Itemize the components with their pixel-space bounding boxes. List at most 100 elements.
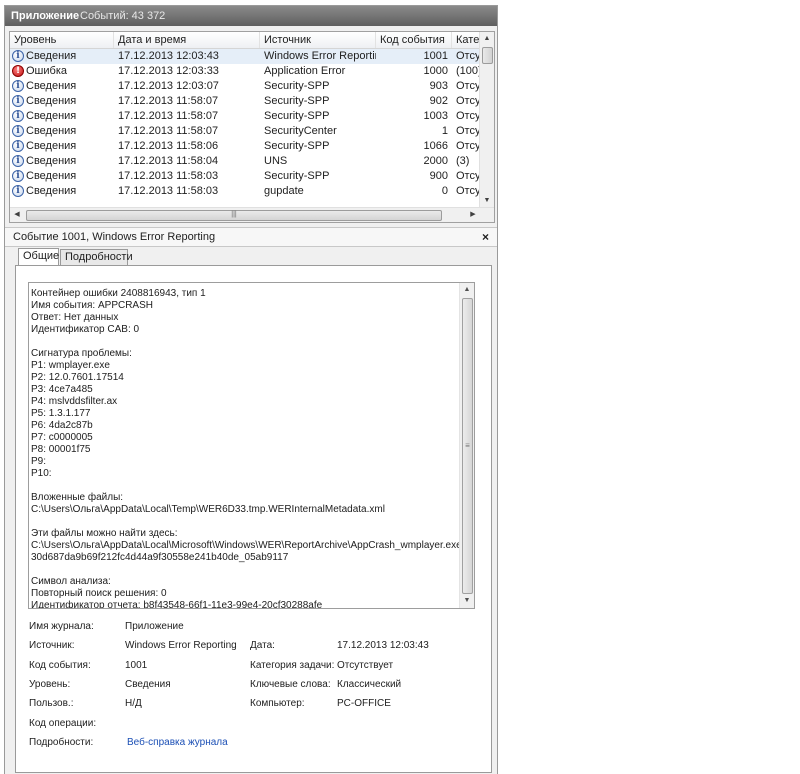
description-line: P8: 00001f75 [31, 444, 91, 455]
column-header: Уровень Дата и время Источник Код событи… [10, 32, 480, 49]
tab-details[interactable]: Подробности [60, 249, 133, 265]
scroll-thumb-horizontal[interactable]: ||| [26, 210, 442, 221]
scroll-thumb[interactable]: ≡ [462, 298, 473, 594]
scroll-down-arrow-icon[interactable]: ▼ [460, 594, 474, 608]
table-row[interactable]: i Сведения 17.12.2013 12:03:07 Security-SPP… [10, 79, 482, 94]
scroll-down-arrow-icon[interactable]: ▼ [480, 194, 494, 208]
table-row[interactable]: i Сведения 17.12.2013 12:03:43 Windows Erro… [10, 49, 482, 64]
description-line: Имя события: APPCRASH [31, 300, 153, 311]
table-row[interactable]: i Сведения 17.12.2013 11:58:04 UNS 2000 (3) [10, 154, 480, 169]
more-info-label: Подробности: [29, 737, 94, 748]
task-category-value: Отсутствует [337, 660, 394, 671]
event-list[interactable]: Уровень Дата и время Источник Код событи… [9, 31, 495, 223]
description-line: P3: 4ce7a485 [31, 384, 93, 395]
table-row[interactable]: i Сведения 17.12.2013 11:58:07 SecurityCent… [10, 124, 482, 139]
level-label: Уровень: [29, 679, 71, 690]
event-viewer-panel: Приложение Событий: 43 372 Уровень Дата и… [4, 5, 498, 774]
description-line: P7: c0000005 [31, 432, 93, 443]
tab-general-content: Контейнер ошибки 2408816943, тип 1 Имя со… [15, 265, 492, 773]
info-icon: i [12, 95, 24, 107]
description-line: C:\Users\Ольга\AppData\Local\Temp\WER6D3… [31, 504, 385, 515]
column-date[interactable]: Дата и время [114, 32, 260, 48]
description-line: Повторный поиск решения: 0 [31, 588, 167, 599]
keywords-label: Ключевые слова: [250, 679, 331, 690]
description-line: P2: 12.0.7601.17514 [31, 372, 124, 383]
info-icon: i [12, 155, 24, 167]
event-description-text: Контейнер ошибки 2408816943, тип 1 Имя со… [31, 288, 468, 609]
scroll-thumb[interactable] [482, 47, 493, 64]
scroll-up-arrow-icon[interactable]: ▲ [480, 32, 494, 46]
error-icon: ! [12, 65, 24, 77]
description-line: Контейнер ошибки 2408816943, тип 1 [31, 288, 206, 299]
event-detail-title: Событие 1001, Windows Error Reporting [13, 231, 216, 243]
description-line: P4: mslvddsfilter.ax [31, 396, 118, 407]
scroll-left-arrow-icon[interactable]: ◀ [10, 208, 24, 222]
event-rows: i Сведения 17.12.2013 12:03:43 Windows Erro… [10, 49, 482, 199]
description-line: Идентификатор CAB: 0 [31, 324, 140, 335]
description-line [31, 564, 449, 576]
info-icon: i [12, 110, 24, 122]
description-line: Эти файлы можно найти здесь: [31, 528, 178, 539]
info-icon: i [12, 140, 24, 152]
level-value: Сведения [125, 679, 171, 690]
description-line: Символ анализа: [31, 576, 111, 587]
description-line: Ответ: Нет данных [31, 312, 119, 323]
table-row[interactable]: i Сведения 17.12.2013 11:58:03 Security-SPP… [10, 169, 482, 184]
info-icon: i [12, 185, 24, 197]
table-row[interactable]: i Сведения 17.12.2013 11:58:03 gupdate 0 Отсу… [10, 184, 482, 199]
tab-general[interactable]: Общие [18, 248, 59, 266]
description-line: C:\Users\Ольга\AppData\Local\Microsoft\W… [31, 540, 468, 551]
event-list-vertical-scrollbar[interactable]: ▲ ▼ [479, 32, 494, 208]
table-row[interactable]: ! Ошибка 17.12.2013 12:03:33 Application Er… [10, 64, 482, 79]
info-icon: i [12, 50, 24, 62]
description-line: Сигнатура проблемы: [31, 348, 132, 359]
description-line: Вложенные файлы: [31, 492, 124, 503]
description-line: P1: wmplayer.exe [31, 360, 110, 371]
description-line [31, 336, 449, 348]
events-count-label: Событий: 43 372 [80, 6, 165, 26]
opcode-label: Код операции: [29, 718, 97, 729]
description-line [31, 480, 449, 492]
info-icon: i [12, 80, 24, 92]
log-title-bar: Приложение Событий: 43 372 [5, 6, 497, 26]
description-line: Идентификатор отчета: b8f43548-66f1-11e3… [31, 600, 323, 609]
events-count: 43 372 [131, 10, 166, 22]
log-name: Приложение [11, 10, 80, 22]
event-list-horizontal-scrollbar[interactable]: ◀ ||| ▶ [10, 207, 494, 222]
description-line: P9: [31, 456, 47, 467]
event-code-label: Код события: [29, 660, 91, 671]
event-code-value: 1001 [125, 660, 148, 671]
table-row[interactable]: i Сведения 17.12.2013 11:58:07 Security-SPP… [10, 94, 482, 109]
event-detail-header: Событие 1001, Windows Error Reporting × [5, 227, 497, 247]
user-value: Н/Д [125, 698, 142, 709]
log-name-label: Имя журнала: [29, 621, 94, 632]
computer-value: PC-OFFICE [337, 698, 391, 709]
description-line [31, 516, 449, 528]
column-event-code[interactable]: Код события [376, 32, 452, 48]
column-source[interactable]: Источник [260, 32, 376, 48]
description-scrollbar[interactable]: ▲ ≡ ▼ [459, 283, 474, 608]
scroll-up-arrow-icon[interactable]: ▲ [460, 283, 474, 297]
scroll-right-arrow-icon[interactable]: ▶ [466, 208, 480, 222]
info-icon: i [12, 170, 24, 182]
computer-label: Компьютер: [250, 698, 305, 709]
date-label: Дата: [250, 640, 275, 651]
date-value: 17.12.2013 12:03:43 [337, 640, 429, 651]
column-level[interactable]: Уровень [10, 32, 114, 48]
task-category-label: Категория задачи: [250, 660, 335, 671]
description-line: P10: [31, 468, 52, 479]
log-name-value: Приложение [125, 621, 184, 632]
table-row[interactable]: i Сведения 17.12.2013 11:58:06 Security-SPP… [10, 139, 482, 154]
event-description-box[interactable]: Контейнер ошибки 2408816943, тип 1 Имя со… [28, 282, 475, 609]
description-line: P5: 1.3.1.177 [31, 408, 91, 419]
online-help-link[interactable]: Веб-справка журнала [127, 737, 228, 748]
column-category[interactable]: Катег [452, 32, 480, 48]
description-line: P6: 4da2c87b [31, 420, 93, 431]
source-value: Windows Error Reporting [125, 640, 237, 651]
keywords-value: Классический [337, 679, 402, 690]
close-icon[interactable]: × [482, 228, 489, 246]
events-label: Событий: [80, 10, 129, 22]
source-label: Источник: [29, 640, 75, 651]
table-row[interactable]: i Сведения 17.12.2013 11:58:07 Security-SPP… [10, 109, 482, 124]
user-label: Пользов.: [29, 698, 74, 709]
